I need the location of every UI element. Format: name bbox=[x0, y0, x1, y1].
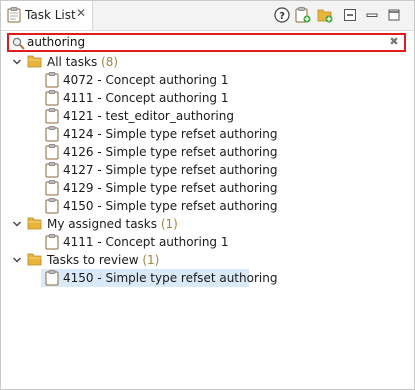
task-clipboard-icon bbox=[45, 90, 59, 106]
folder-icon bbox=[27, 55, 42, 68]
new-folder-icon[interactable] bbox=[317, 7, 333, 23]
group-count: (1) bbox=[160, 217, 178, 231]
task-clipboard-icon bbox=[45, 180, 59, 196]
task-label: 4150 - Simple type refset authoring bbox=[63, 199, 278, 213]
task-label: 4111 - Concept authoring 1 bbox=[63, 235, 229, 249]
chevron-down-icon[interactable] bbox=[12, 219, 22, 229]
tab-task-list[interactable]: Task List ✕ bbox=[1, 1, 93, 30]
new-task-icon[interactable] bbox=[295, 7, 311, 23]
task-clipboard-icon bbox=[45, 108, 59, 124]
tree-item-task[interactable]: 4129 - Simple type refset authoring bbox=[41, 179, 277, 197]
chevron-down-icon[interactable] bbox=[12, 255, 22, 265]
folder-icon bbox=[27, 253, 42, 266]
task-label: 4150 - Simple type refset authoring bbox=[63, 271, 278, 285]
tree-item-task[interactable]: 4072 - Concept authoring 1 bbox=[41, 71, 241, 89]
task-label: 4072 - Concept authoring 1 bbox=[63, 73, 229, 87]
search-input[interactable] bbox=[27, 35, 387, 50]
chevron-down-icon[interactable] bbox=[12, 57, 22, 67]
task-clipboard-icon bbox=[45, 144, 59, 160]
group-count: (1) bbox=[142, 253, 160, 267]
minimize-icon[interactable] bbox=[364, 7, 380, 23]
task-list-view: Task List ✕ ? authoring ✖ All tasks (8) … bbox=[0, 0, 415, 390]
tree-item-task[interactable]: 4121 - test_editor_authoring bbox=[41, 107, 241, 125]
task-clipboard-icon bbox=[45, 162, 59, 178]
tree-item-task[interactable]: 4111 - Concept authoring 1 bbox=[41, 233, 241, 251]
task-clipboard-icon bbox=[45, 126, 59, 142]
task-label: 4121 - test_editor_authoring bbox=[63, 109, 234, 123]
task-label: 4124 - Simple type refset authoring bbox=[63, 127, 278, 141]
task-clipboard-icon bbox=[45, 270, 59, 286]
close-icon[interactable]: ✕ bbox=[74, 6, 88, 20]
collapse-all-icon[interactable] bbox=[342, 7, 358, 23]
task-label: 4129 - Simple type refset authoring bbox=[63, 181, 278, 195]
tree-item-task[interactable]: 4150 - Simple type refset authoring bbox=[41, 197, 277, 215]
group-count: (8) bbox=[101, 55, 119, 69]
svg-text:?: ? bbox=[279, 11, 285, 22]
clear-search-icon[interactable]: ✖ bbox=[388, 36, 400, 48]
tree-item-task[interactable]: 4111 - Concept authoring 1 bbox=[41, 89, 241, 107]
group-label: My assigned tasks (1) bbox=[47, 217, 178, 231]
tree-item-task[interactable]: 4124 - Simple type refset authoring bbox=[41, 125, 277, 143]
view-tab-bar: Task List ✕ ? bbox=[1, 1, 414, 31]
task-label: 4127 - Simple type refset authoring bbox=[63, 163, 278, 177]
maximize-icon[interactable] bbox=[386, 7, 402, 23]
tree-group-tasks-to-review[interactable]: Tasks to review (1) bbox=[1, 251, 414, 269]
task-clipboard-icon bbox=[45, 198, 59, 214]
tree-group-all-tasks[interactable]: All tasks (8) bbox=[1, 53, 414, 71]
tree-item-task-selected[interactable]: 4150 - Simple type refset authoring bbox=[41, 269, 277, 287]
tab-title: Task List bbox=[25, 8, 76, 22]
help-icon[interactable]: ? bbox=[274, 7, 290, 23]
task-clipboard-icon bbox=[45, 72, 59, 88]
folder-icon bbox=[27, 217, 42, 230]
tree-group-my-assigned-tasks[interactable]: My assigned tasks (1) bbox=[1, 215, 414, 233]
clipboard-icon bbox=[7, 7, 21, 23]
task-clipboard-icon bbox=[45, 234, 59, 250]
search-icon bbox=[12, 37, 25, 50]
task-label: 4126 - Simple type refset authoring bbox=[63, 145, 278, 159]
task-label: 4111 - Concept authoring 1 bbox=[63, 91, 229, 105]
tree-item-task[interactable]: 4127 - Simple type refset authoring bbox=[41, 161, 277, 179]
tree-item-task[interactable]: 4126 - Simple type refset authoring bbox=[41, 143, 277, 161]
group-label: All tasks (8) bbox=[47, 55, 119, 69]
group-label: Tasks to review (1) bbox=[47, 253, 160, 267]
filter-field: ✖ bbox=[7, 33, 406, 52]
